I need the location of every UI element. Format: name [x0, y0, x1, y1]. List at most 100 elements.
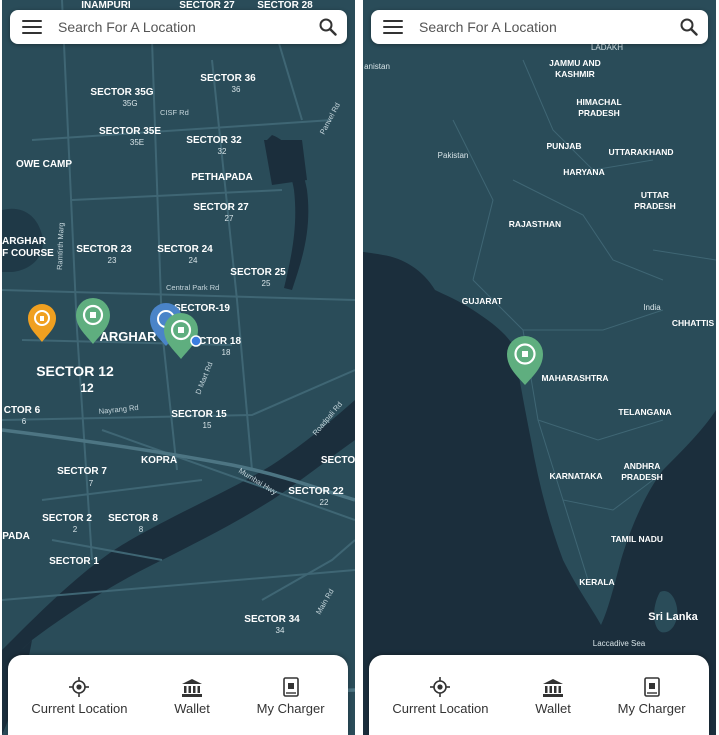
nav-my-charger[interactable]: My Charger	[257, 675, 325, 716]
nav-wallet[interactable]: Wallet	[535, 675, 571, 716]
map-label-sector-22: SECTOR 22	[288, 486, 344, 497]
map-label-sector-35g: SECTOR 35G	[90, 87, 153, 98]
road-label-cisf: CISF Rd	[160, 108, 189, 117]
map-label-sector-7: SECTOR 7	[57, 466, 107, 477]
map-label-india: India	[643, 303, 661, 312]
map-screen-country: LADAKH anistan JAMMU AND KASHMIR HIMACHA…	[363, 0, 716, 735]
map-label-sector-15: SECTOR 15	[171, 409, 227, 420]
nav-current-location[interactable]: Current Location	[31, 675, 128, 716]
nav-label-my-charger: My Charger	[256, 700, 325, 716]
charger-icon	[643, 675, 660, 697]
map-label-sri-lanka: Sri Lanka	[648, 611, 698, 623]
map-label-uttarakhand: UTTARAKHAND	[609, 147, 674, 157]
map-label-karnataka: KARNATAKA	[549, 471, 602, 481]
map-label-punjab: PUNJAB	[547, 141, 582, 151]
map-label-chhattisgarh: CHHATTIS	[672, 318, 715, 328]
map-label-sector-32: SECTOR 32	[186, 135, 242, 146]
map-label-sector-24: SECTOR 24	[157, 244, 213, 255]
search-icon[interactable]	[680, 18, 698, 36]
map-label-kerala: KERALA	[579, 577, 614, 587]
map-label-sector-8: SECTOR 8	[108, 513, 158, 524]
map-label-himachal-1: HIMACHAL	[576, 97, 621, 107]
map-label-sector-19: SECTOR-19	[174, 303, 230, 314]
map-label-sector-2-num: 2	[73, 525, 78, 534]
nav-label-wallet: Wallet	[535, 700, 571, 716]
search-input[interactable]	[417, 18, 680, 36]
map-canvas[interactable]: LADAKH anistan JAMMU AND KASHMIR HIMACHA…	[363, 0, 716, 735]
map-label-sector-27-num: 27	[225, 214, 234, 223]
search-input[interactable]	[56, 18, 319, 36]
map-label-sector-6-num: 6	[22, 417, 27, 426]
map-label-sector-32-num: 32	[218, 147, 227, 156]
map-label-sector-7-num: 7	[89, 479, 94, 488]
map-label-sector-35e: SECTOR 35E	[99, 126, 161, 137]
map-label-kopra: KOPRA	[141, 455, 177, 466]
search-bar	[10, 10, 347, 44]
map-label-laccadive-sea: Laccadive Sea	[593, 639, 646, 648]
map-label-andhra-1: ANDHRA	[624, 461, 661, 471]
nav-label-my-charger: My Charger	[617, 700, 686, 716]
map-label-jammu-kashmir-1: JAMMU AND	[549, 58, 601, 68]
map-label-sector-23: SECTOR 23	[76, 244, 132, 255]
map-screen-city: INAMPURI SECTOR 27 SECTOR 28 SECTOR 35G …	[2, 0, 355, 735]
map-label-sector-18-num: 18	[222, 348, 231, 357]
map-label-sector-1: SECTOR 1	[49, 556, 99, 567]
hamburger-menu-icon[interactable]	[383, 20, 403, 34]
map-label-sector-12: SECTOR 12	[36, 363, 114, 379]
road-label-ramtirth: Ramtirth Marg	[55, 222, 66, 270]
map-label-jammu-kashmir-2: KASHMIR	[555, 69, 595, 79]
map-label-pakistan: Pakistan	[438, 151, 469, 160]
map-label-sector-12-num: 12	[80, 381, 94, 395]
nav-wallet[interactable]: Wallet	[174, 675, 210, 716]
map-label-sector-2: SECTOR 2	[42, 513, 92, 524]
nav-label-wallet: Wallet	[174, 700, 210, 716]
map-label-telangana: TELANGANA	[618, 407, 671, 417]
map-label-himachal-2: PRADESH	[578, 108, 620, 118]
map-label-sector-35e-num: 35E	[130, 138, 144, 147]
map-label-owe-camp: OWE CAMP	[16, 159, 72, 170]
charger-icon	[282, 675, 299, 697]
nav-current-location[interactable]: Current Location	[392, 675, 489, 716]
bottom-navigation: Current Location Wallet My Charger	[8, 655, 348, 735]
map-label-sector-23-num: 23	[108, 256, 117, 265]
map-label-sector-36-num: 36	[232, 85, 241, 94]
map-label-kharghar-golf-2: F COURSE	[2, 248, 54, 259]
nav-label-current-location: Current Location	[392, 700, 489, 716]
map-label-sector-edge: SECTO	[321, 455, 355, 466]
map-canvas[interactable]: INAMPURI SECTOR 27 SECTOR 28 SECTOR 35G …	[2, 0, 355, 735]
nav-my-charger[interactable]: My Charger	[618, 675, 686, 716]
search-icon[interactable]	[319, 18, 337, 36]
map-label-sector-34-num: 34	[276, 626, 285, 635]
map-label-rajasthan: RAJASTHAN	[509, 219, 561, 229]
map-label-kharghar: ARGHAR	[99, 329, 157, 344]
search-bar	[371, 10, 708, 44]
map-label-sector-6: CTOR 6	[4, 405, 41, 416]
map-label-sector-27: SECTOR 27	[193, 202, 249, 213]
crosshair-icon	[69, 675, 90, 697]
bottom-navigation: Current Location Wallet My Charger	[369, 655, 709, 735]
map-label-pada: PADA	[2, 531, 30, 542]
map-label-pethapada: PETHAPADA	[191, 172, 252, 183]
road-label-central-park: Central Park Rd	[166, 283, 219, 292]
map-label-sector-34: SECTOR 34	[244, 614, 300, 625]
map-label-afghanistan: anistan	[364, 62, 390, 71]
map-label-gujarat: GUJARAT	[462, 296, 503, 306]
map-label-sector-15-num: 15	[203, 421, 212, 430]
nav-label-current-location: Current Location	[31, 700, 128, 716]
map-label-maharashtra: MAHARASHTRA	[541, 373, 608, 383]
map-label-sector-8-num: 8	[139, 525, 144, 534]
map-label-uttar-pradesh-1: UTTAR	[641, 190, 669, 200]
map-label-andhra-2: PRADESH	[621, 472, 663, 482]
map-label-sector-35g-num: 35G	[122, 99, 137, 108]
map-label-haryana: HARYANA	[563, 167, 604, 177]
bank-icon	[182, 675, 203, 697]
crosshair-icon	[430, 675, 451, 697]
current-location-dot	[190, 335, 202, 347]
map-label-ladakh: LADAKH	[591, 43, 623, 52]
map-label-sector-25-num: 25	[262, 279, 271, 288]
map-label-sector-36: SECTOR 36	[200, 73, 256, 84]
map-label-sector-24-num: 24	[189, 256, 198, 265]
hamburger-menu-icon[interactable]	[22, 20, 42, 34]
map-label-uttar-pradesh-2: PRADESH	[634, 201, 676, 211]
map-label-sector-25: SECTOR 25	[230, 267, 286, 278]
